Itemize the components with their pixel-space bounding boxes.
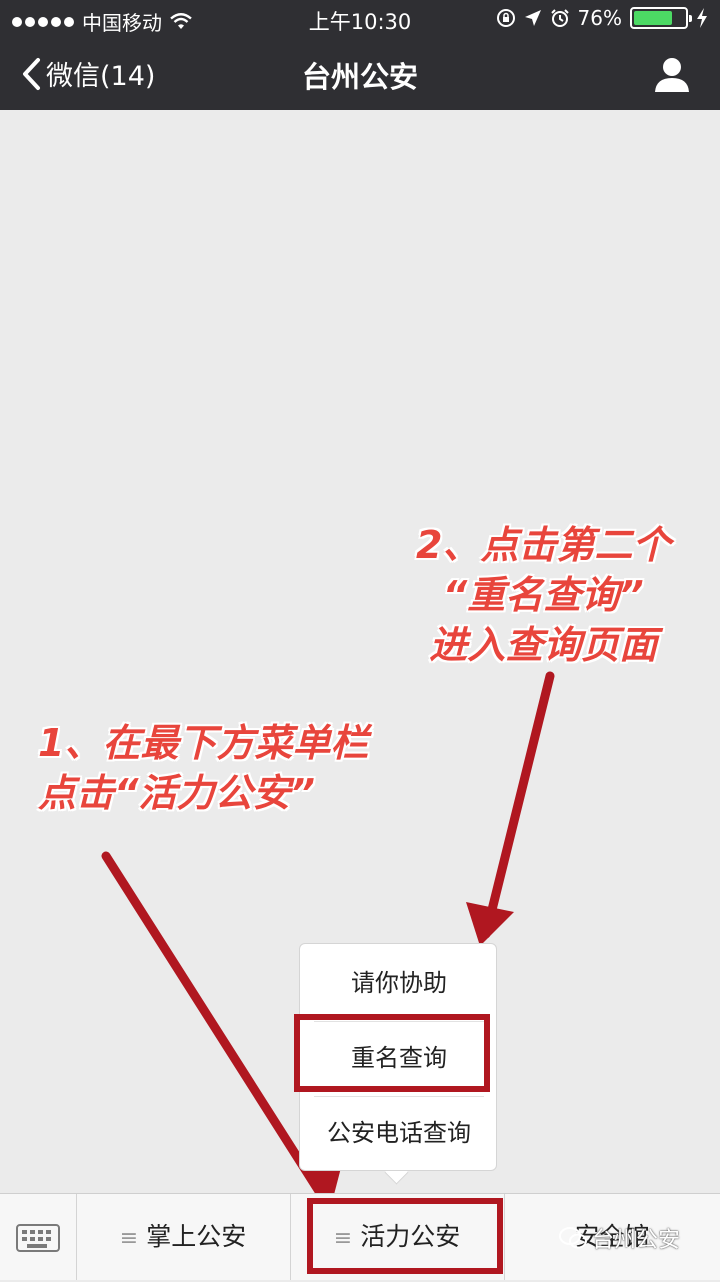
menu-tab-mobile-police[interactable]: ≡ 掌上公安: [76, 1194, 291, 1280]
submenu-item-assist[interactable]: 请你协助: [300, 946, 498, 1020]
submenu-item-phone-query[interactable]: 公安电话查询: [300, 1096, 498, 1170]
annotation-step2-line2: “重名查询”: [442, 573, 644, 617]
annotation-step1-line2: 点击“活力公安”: [38, 771, 315, 815]
watermark: 台州公安: [558, 1222, 680, 1254]
annotation-step2: 2、点击第二个 “重名查询” 进入查询页面: [416, 520, 670, 670]
keyboard-icon: [16, 1224, 60, 1252]
arrow-to-tab: [101, 851, 327, 1201]
keyboard-toggle-button[interactable]: [0, 1194, 77, 1280]
menu-tab-label: 掌上公安: [146, 1222, 247, 1251]
annotation-step1-line1: 1、在最下方菜单栏: [38, 721, 369, 765]
highlight-box-active-police: [307, 1198, 503, 1274]
highlight-box-name-query: [294, 1014, 490, 1092]
annotation-step1: 1、在最下方菜单栏 点击“活力公安”: [38, 718, 368, 818]
annotation-step2-line1: 2、点击第二个: [416, 523, 671, 567]
menu-lines-icon: ≡: [119, 1226, 139, 1251]
annotation-step2-line3: 进入查询页面: [429, 623, 658, 667]
arrow-to-menu: [481, 671, 555, 939]
arrow-to-menu-head: [466, 902, 514, 946]
watermark-text: 台州公安: [592, 1228, 681, 1253]
wechat-logo-icon: [559, 1227, 587, 1249]
